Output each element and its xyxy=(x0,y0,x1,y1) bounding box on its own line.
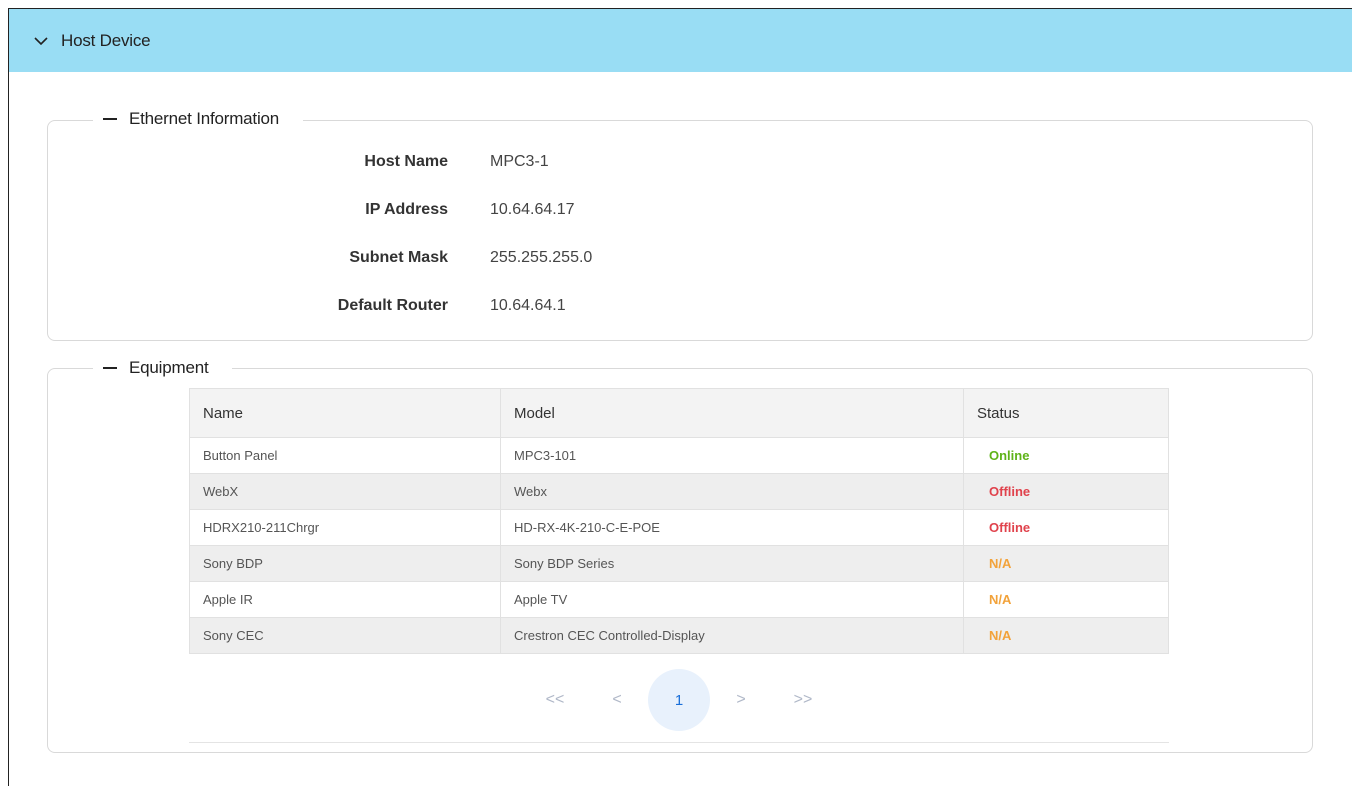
collapse-dash-icon xyxy=(103,118,117,120)
column-header-model[interactable]: Model xyxy=(500,388,964,438)
table-row[interactable]: Sony BDP Sony BDP Series N/A xyxy=(189,545,1169,582)
pagination-divider xyxy=(189,742,1169,743)
equipment-panel: Name Model Status Button Panel MPC3-101 … xyxy=(47,368,1313,753)
table-row[interactable]: HDRX210-211Chrgr HD-RX-4K-210-C-E-POE Of… xyxy=(189,509,1169,546)
column-header-name[interactable]: Name xyxy=(189,388,501,438)
table-row[interactable]: Apple IR Apple TV N/A xyxy=(189,581,1169,618)
previous-page-button[interactable]: < xyxy=(586,669,648,731)
row-name: Sony BDP xyxy=(189,545,501,582)
subnet-mask-row: Subnet Mask 255.255.255.0 xyxy=(48,246,592,270)
row-name: Apple IR xyxy=(189,581,501,618)
equipment-legend-label: Equipment xyxy=(129,358,209,377)
ethernet-information-panel: Host Name MPC3-1 IP Address 10.64.64.17 … xyxy=(47,120,1313,341)
column-header-status[interactable]: Status xyxy=(963,388,1169,438)
ip-address-value: 10.64.64.17 xyxy=(490,201,575,218)
next-page-button[interactable]: > xyxy=(710,669,772,731)
status-badge: N/A xyxy=(963,545,1169,582)
ethernet-legend-label: Ethernet Information xyxy=(129,109,280,128)
row-name: Button Panel xyxy=(189,437,501,474)
subnet-mask-label: Subnet Mask xyxy=(349,249,448,266)
default-router-value: 10.64.64.1 xyxy=(490,297,566,314)
row-model: Crestron CEC Controlled-Display xyxy=(500,617,964,654)
table-row[interactable]: Button Panel MPC3-101 Online xyxy=(189,437,1169,474)
table-row[interactable]: WebX Webx Offline xyxy=(189,473,1169,510)
first-page-button[interactable]: << xyxy=(524,669,586,731)
chevron-down-icon xyxy=(33,33,49,49)
host-name-value: MPC3-1 xyxy=(490,153,549,170)
row-model: MPC3-101 xyxy=(500,437,964,474)
status-badge: Offline xyxy=(963,473,1169,510)
collapse-dash-icon xyxy=(103,367,117,369)
subnet-mask-value: 255.255.255.0 xyxy=(490,249,593,266)
ip-address-label: IP Address xyxy=(365,201,448,218)
status-badge: Online xyxy=(963,437,1169,474)
row-model: Webx xyxy=(500,473,964,510)
last-page-button[interactable]: >> xyxy=(772,669,834,731)
status-badge: Offline xyxy=(963,509,1169,546)
row-model: Apple TV xyxy=(500,581,964,618)
row-model: Sony BDP Series xyxy=(500,545,964,582)
default-router-row: Default Router 10.64.64.1 xyxy=(48,294,566,318)
row-name: Sony CEC xyxy=(189,617,501,654)
equipment-table: Name Model Status Button Panel MPC3-101 … xyxy=(189,388,1169,654)
table-header-row: Name Model Status xyxy=(189,388,1169,438)
status-badge: N/A xyxy=(963,617,1169,654)
host-name-row: Host Name MPC3-1 xyxy=(48,150,549,174)
host-name-label: Host Name xyxy=(364,153,448,170)
section-title: Host Device xyxy=(61,30,151,50)
equipment-legend[interactable]: Equipment xyxy=(93,356,233,380)
row-name: HDRX210-211Chrgr xyxy=(189,509,501,546)
default-router-label: Default Router xyxy=(337,297,448,314)
row-name: WebX xyxy=(189,473,501,510)
ip-address-row: IP Address 10.64.64.17 xyxy=(48,198,575,222)
page-1-button[interactable]: 1 xyxy=(648,669,710,731)
ethernet-legend[interactable]: Ethernet Information xyxy=(93,107,304,131)
host-device-header[interactable]: Host Device xyxy=(9,9,1352,72)
pagination: << < 1 > >> xyxy=(189,664,1169,736)
row-model: HD-RX-4K-210-C-E-POE xyxy=(500,509,964,546)
host-device-panel: Host Device Host Name MPC3-1 IP Address … xyxy=(8,8,1352,786)
table-row[interactable]: Sony CEC Crestron CEC Controlled-Display… xyxy=(189,617,1169,654)
status-badge: N/A xyxy=(963,581,1169,618)
